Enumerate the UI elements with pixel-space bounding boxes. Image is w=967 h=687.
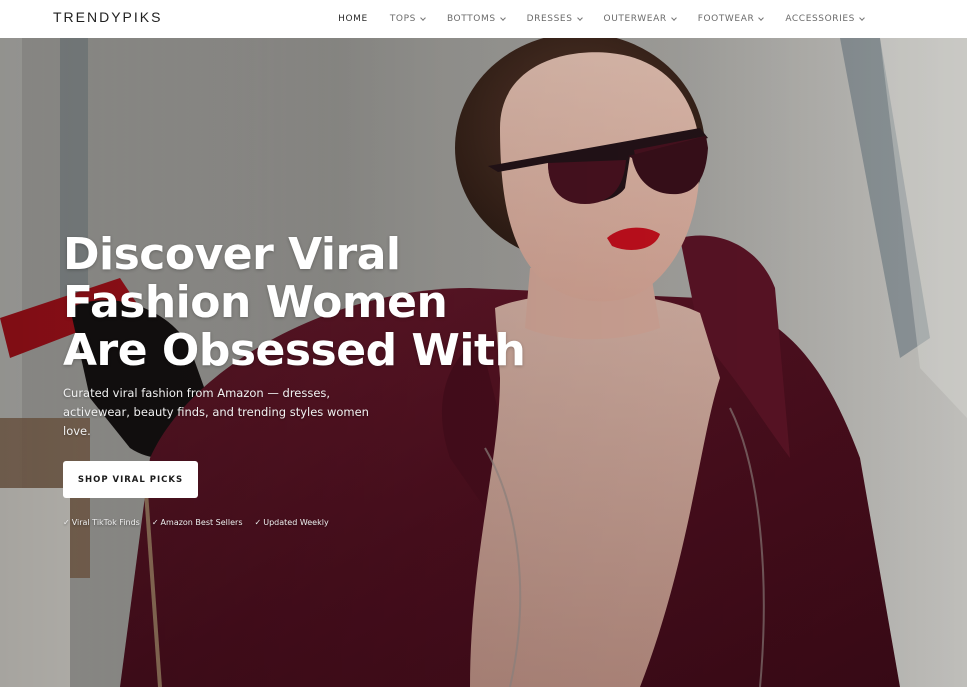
- check-icon: ✓: [254, 518, 262, 527]
- nav-item-home[interactable]: HOME: [338, 14, 368, 24]
- hero-section: Discover Viral Fashion Women Are Obsesse…: [0, 38, 967, 687]
- site-logo[interactable]: TRENDYPIKS: [53, 9, 162, 25]
- nav-item-label: DRESSES: [526, 14, 573, 24]
- nav-item-label: ACCESSORIES: [785, 14, 855, 24]
- badge-amazon-best-sellers: ✓ Amazon Best Sellers: [152, 518, 243, 527]
- nav-item-bottoms[interactable]: BOTTOMS: [446, 14, 506, 24]
- hero-title: Discover Viral Fashion Women Are Obsesse…: [63, 229, 526, 376]
- badge-label: Viral TikTok Finds: [71, 518, 140, 527]
- chevron-down-icon: [859, 14, 865, 21]
- check-icon: ✓: [151, 518, 159, 527]
- nav-item-label: OUTERWEAR: [603, 14, 667, 24]
- shop-viral-picks-button[interactable]: SHOP VIRAL PICKS: [63, 461, 198, 498]
- hero-content: Discover Viral Fashion Women Are Obsesse…: [63, 231, 533, 527]
- nav-item-label: HOME: [338, 14, 368, 24]
- site-header: TRENDYPIKS HOME TOPS BOTTOMS DRESSES OUT…: [0, 0, 967, 38]
- hero-badges: ✓ Viral TikTok Finds ✓ Amazon Best Sellers…: [63, 518, 533, 527]
- nav-item-tops[interactable]: TOPS: [389, 14, 426, 24]
- chevron-down-icon: [670, 14, 677, 21]
- chevron-down-icon: [758, 14, 765, 21]
- badge-label: Amazon Best Sellers: [160, 518, 243, 527]
- badge-label: Updated Weekly: [263, 518, 329, 527]
- badge-viral-tiktok: ✓ Viral TikTok Finds: [63, 518, 140, 527]
- check-icon: ✓: [63, 518, 70, 527]
- nav-item-footwear[interactable]: FOOTWEAR: [697, 14, 765, 24]
- nav-item-label: BOTTOMS: [446, 14, 496, 24]
- nav-item-outerwear[interactable]: OUTERWEAR: [603, 14, 677, 24]
- nav-item-label: FOOTWEAR: [697, 14, 755, 24]
- chevron-down-icon: [420, 14, 426, 21]
- hero-subtitle: Curated viral fashion from Amazon — dres…: [63, 386, 369, 438]
- chevron-down-icon: [499, 14, 506, 21]
- nav-item-accessories[interactable]: ACCESSORIES: [785, 14, 865, 24]
- nav-item-label: TOPS: [389, 14, 416, 24]
- nav-item-dresses[interactable]: DRESSES: [526, 14, 583, 24]
- badge-updated-weekly: ✓ Updated Weekly: [255, 518, 329, 527]
- main-nav: HOME TOPS BOTTOMS DRESSES OUTERWEAR FOOT…: [316, 0, 865, 38]
- chevron-down-icon: [576, 14, 583, 21]
